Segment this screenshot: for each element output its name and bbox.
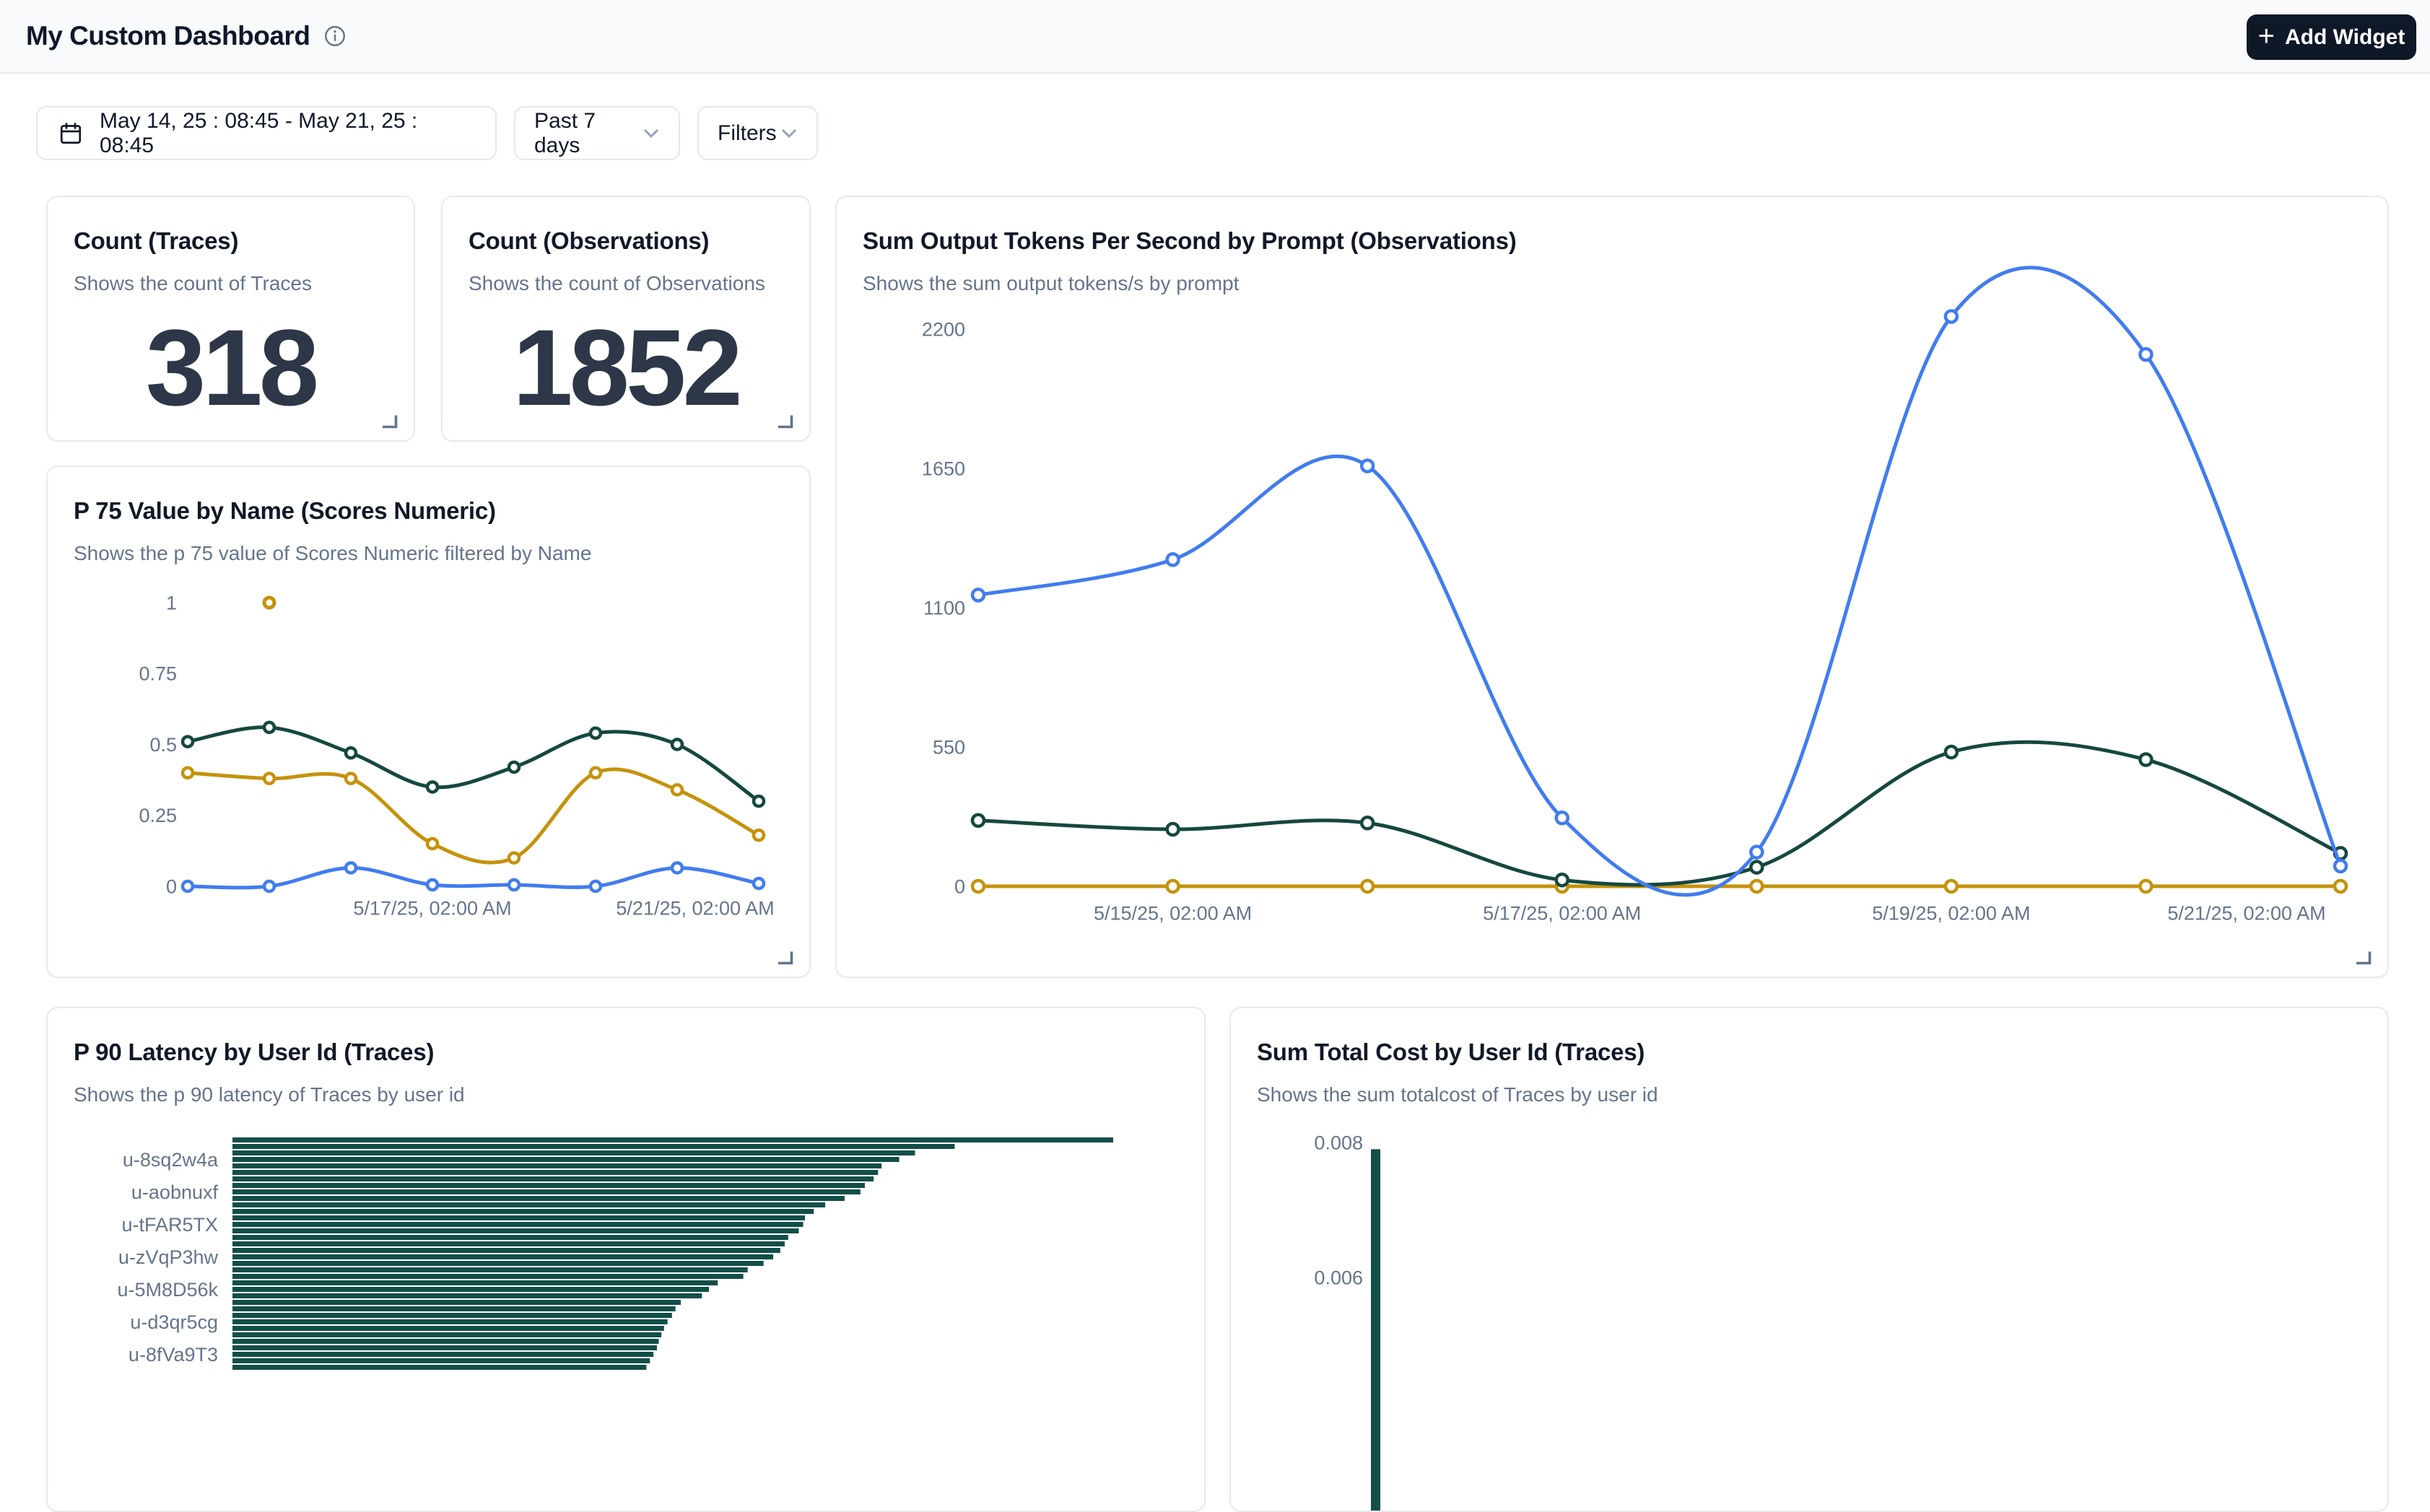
widget-count-traces: Count (Traces) Shows the count of Traces… bbox=[46, 196, 415, 442]
svg-text:u-5M8D56k: u-5M8D56k bbox=[117, 1279, 218, 1301]
svg-text:u-8fVa9T3: u-8fVa9T3 bbox=[129, 1344, 218, 1365]
header-bar: My Custom Dashboard bbox=[0, 0, 2430, 74]
svg-text:5/17/25, 02:00 AM: 5/17/25, 02:00 AM bbox=[353, 897, 511, 919]
resize-handle-icon[interactable] bbox=[778, 414, 793, 429]
widget-title: Count (Traces) bbox=[74, 227, 388, 255]
widget-p90-latency: P 90 Latency by User Id (Traces) Shows t… bbox=[46, 1007, 1206, 1512]
svg-text:u-8sq2w4a: u-8sq2w4a bbox=[123, 1149, 219, 1171]
sum-total-cost-bar-chart[interactable]: 0.008 0.006 bbox=[1231, 1008, 2389, 1512]
date-range-value: May 14, 25 : 08:45 - May 21, 25 : 08:45 bbox=[100, 109, 475, 158]
add-widget-label: Add Widget bbox=[2285, 25, 2405, 50]
resize-handle-icon[interactable] bbox=[778, 951, 793, 965]
add-widget-button[interactable]: + Add Widget bbox=[2247, 14, 2416, 60]
widget-count-observations: Count (Observations) Shows the count of … bbox=[441, 196, 811, 442]
widget-subtitle: Shows the count of Observations bbox=[469, 272, 783, 295]
svg-text:1: 1 bbox=[166, 592, 177, 613]
svg-text:550: 550 bbox=[933, 736, 965, 758]
svg-text:0.75: 0.75 bbox=[139, 663, 177, 685]
count-traces-value: 318 bbox=[48, 305, 414, 430]
svg-text:5/17/25, 02:00 AM: 5/17/25, 02:00 AM bbox=[1483, 902, 1641, 924]
svg-text:u-aobnuxf: u-aobnuxf bbox=[131, 1181, 219, 1203]
widget-subtitle: Shows the count of Traces bbox=[74, 272, 388, 295]
plus-icon: + bbox=[2258, 22, 2275, 51]
calendar-icon bbox=[58, 121, 84, 147]
widget-title: Count (Observations) bbox=[469, 227, 783, 255]
svg-text:1650: 1650 bbox=[922, 458, 965, 479]
page-title: My Custom Dashboard bbox=[26, 21, 310, 51]
svg-text:0.25: 0.25 bbox=[139, 805, 177, 826]
svg-text:u-zVqP3hw: u-zVqP3hw bbox=[118, 1246, 219, 1268]
time-preset-dropdown[interactable]: Past 7 days bbox=[514, 106, 680, 160]
svg-text:1100: 1100 bbox=[923, 597, 965, 619]
svg-text:0: 0 bbox=[954, 875, 965, 897]
widget-sum-total-cost: Sum Total Cost by User Id (Traces) Shows… bbox=[1229, 1007, 2389, 1512]
date-range-picker[interactable]: May 14, 25 : 08:45 - May 21, 25 : 08:45 bbox=[36, 106, 497, 160]
svg-text:0.006: 0.006 bbox=[1314, 1267, 1363, 1288]
svg-text:5/15/25, 02:00 AM: 5/15/25, 02:00 AM bbox=[1094, 902, 1252, 924]
sum-output-tokens-line-chart[interactable]: 0 550 1100 1650 2200 5/15/25, 02:00 AM 5/17/25… bbox=[837, 197, 2389, 978]
svg-text:u-d3qr5cg: u-d3qr5cg bbox=[130, 1311, 218, 1333]
svg-text:5/21/25, 02:00 AM: 5/21/25, 02:00 AM bbox=[616, 897, 774, 919]
svg-text:0: 0 bbox=[166, 875, 177, 897]
info-icon[interactable] bbox=[323, 24, 347, 48]
chevron-down-icon bbox=[643, 128, 660, 139]
p90-latency-bar-chart[interactable]: u-8sq2w4a u-aobnuxf u-tFAR5TX u-zVqP3hw u-5M… bbox=[48, 1008, 1206, 1512]
widget-p75-value: P 75 Value by Name (Scores Numeric) Show… bbox=[46, 466, 811, 978]
svg-text:5/21/25, 02:00 AM: 5/21/25, 02:00 AM bbox=[2167, 902, 2325, 924]
filters-label: Filters bbox=[718, 121, 777, 146]
widget-sum-output-tokens: Sum Output Tokens Per Second by Prompt (… bbox=[835, 196, 2389, 978]
svg-text:2200: 2200 bbox=[922, 318, 965, 340]
svg-text:0.008: 0.008 bbox=[1314, 1132, 1363, 1153]
p75-value-line-chart[interactable]: 0 0.25 0.5 0.75 1 5/17/25, 02:00 AM 5/21/25, 0… bbox=[48, 467, 811, 978]
resize-handle-icon[interactable] bbox=[382, 414, 398, 429]
chevron-down-icon bbox=[780, 128, 798, 139]
filters-dropdown[interactable]: Filters bbox=[697, 106, 818, 160]
time-preset-value: Past 7 days bbox=[534, 109, 643, 158]
svg-text:0.5: 0.5 bbox=[149, 734, 177, 756]
resize-handle-icon[interactable] bbox=[2356, 951, 2372, 965]
count-observations-value: 1852 bbox=[443, 305, 809, 430]
svg-text:5/19/25, 02:00 AM: 5/19/25, 02:00 AM bbox=[1872, 902, 2030, 924]
svg-text:u-tFAR5TX: u-tFAR5TX bbox=[121, 1214, 218, 1236]
